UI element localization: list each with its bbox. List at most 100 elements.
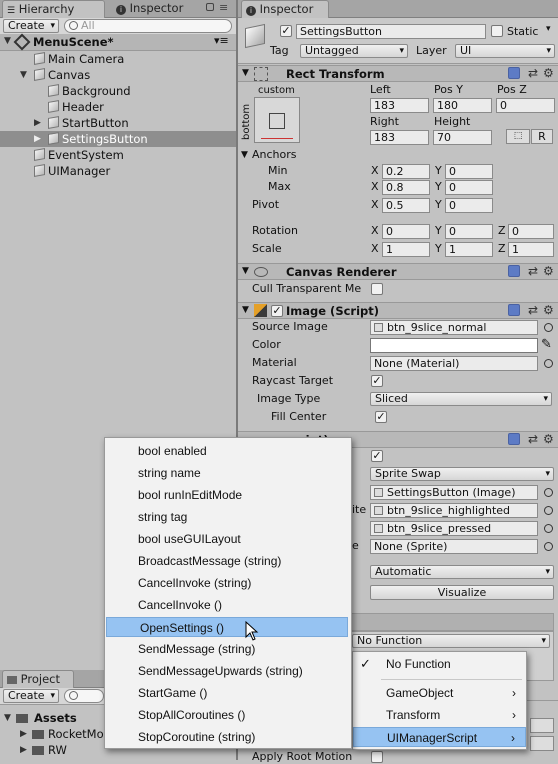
scale-y-field[interactable]: 1 [445,242,493,257]
expand-arrow-icon[interactable]: ▼ [4,710,11,726]
posy-field[interactable]: 180 [433,98,492,113]
interactable-checkbox[interactable]: ✓ [371,450,383,462]
active-checkbox[interactable]: ✓ [280,25,292,37]
scene-row[interactable]: ▼ MenuScene* ▾≡ [0,33,236,51]
menu-item-gameobject[interactable]: GameObject › [353,683,526,703]
animator-field-2[interactable] [530,736,554,751]
tree-item-background[interactable]: Background [0,83,236,99]
anchor-max-x-field[interactable]: 0.8 [382,180,430,195]
expand-arrow-icon[interactable]: ▼ [242,305,249,315]
tree-item-eventsystem[interactable]: EventSystem [0,147,236,163]
material-field[interactable]: None (Material) [370,356,538,371]
collapse-arrow-icon[interactable]: ▶ [34,115,41,131]
object-picker-icon[interactable] [544,488,553,497]
apply-root-motion-checkbox[interactable] [371,751,383,763]
menu-item[interactable]: BroadcastMessage (string) [105,551,351,571]
object-picker-icon[interactable] [544,359,553,368]
menu-item-opensettings[interactable]: OpenSettings () [106,617,348,637]
gear-icon[interactable]: ⚙ [543,432,554,446]
expand-arrow-icon[interactable]: ▼ [4,36,11,46]
create-button[interactable]: Create [3,19,59,33]
pressed-sprite-field[interactable]: btn_9slice_pressed [370,521,538,536]
menu-item[interactable]: bool enabled [105,441,351,461]
gear-icon[interactable]: ⚙ [543,66,554,80]
object-picker-icon[interactable] [544,542,553,551]
menu-item[interactable]: string name [105,463,351,483]
panel-menu-icon[interactable]: ≡ [219,1,228,14]
menu-item[interactable]: CancelInvoke () [105,595,351,615]
object-picker-icon[interactable] [544,506,553,515]
tree-item-uimanager[interactable]: UIManager [0,163,236,179]
tab-hierarchy[interactable]: ☰ Hierarchy [2,0,105,18]
cull-checkbox[interactable] [371,283,383,295]
menu-item-uimanagerscript[interactable]: UIManagerScript › [353,727,526,747]
raycast-checkbox[interactable]: ✓ [371,375,383,387]
menu-item[interactable]: string tag [105,507,351,527]
scale-z-field[interactable]: 1 [508,242,554,257]
static-dropdown-icon[interactable]: ▾ [546,24,551,34]
height-field[interactable]: 70 [433,130,492,145]
preset-icon[interactable]: ⇄ [528,66,538,80]
menu-item[interactable]: bool useGUILayout [105,529,351,549]
anchor-min-x-field[interactable]: 0.2 [382,164,430,179]
layer-dropdown[interactable]: UI [455,44,555,58]
tree-item-header[interactable]: Header [0,99,236,115]
left-field[interactable]: 183 [370,98,429,113]
expand-arrow-icon[interactable]: ▼ [20,67,27,83]
tab-inspector[interactable]: i Inspector [241,0,329,18]
preset-icon[interactable]: ⇄ [528,432,538,446]
image-component-header[interactable]: ▼ ✓ Image (Script) ⇄ ⚙ [238,302,558,319]
scene-menu-icon[interactable]: ▾≡ [214,34,229,47]
rotation-z-field[interactable]: 0 [508,224,554,239]
transition-dropdown[interactable]: Sprite Swap [370,467,554,481]
menu-item-transform[interactable]: Transform › [353,705,526,725]
reference-icon[interactable] [508,67,520,79]
menu-item-no-function[interactable]: ✓ No Function [353,654,526,674]
image-type-dropdown[interactable]: Sliced [370,392,552,406]
tag-dropdown[interactable]: Untagged [300,44,408,58]
menu-item[interactable]: CancelInvoke (string) [105,573,351,593]
project-search-input[interactable] [64,689,104,703]
expand-arrow-icon[interactable]: ▼ [242,266,249,276]
reference-icon[interactable] [508,265,520,277]
gear-icon[interactable]: ⚙ [543,264,554,278]
rotation-y-field[interactable]: 0 [445,224,493,239]
target-graphic-field[interactable]: SettingsButton (Image) [370,485,538,500]
pivot-y-field[interactable]: 0 [445,198,493,213]
anchors-arrow-icon[interactable]: ▼ [241,150,248,160]
blueprint-button[interactable]: ⬚ [506,129,530,144]
collapse-arrow-icon[interactable]: ▶ [20,742,27,758]
rect-transform-header[interactable]: ▼ Rect Transform ⇄ ⚙ [238,65,558,82]
object-picker-icon[interactable] [544,323,553,332]
pivot-x-field[interactable]: 0.5 [382,198,430,213]
menu-item[interactable]: StopCoroutine (string) [105,727,351,747]
menu-item[interactable]: StartGame () [105,683,351,703]
right-field[interactable]: 183 [370,130,429,145]
tree-item-main-camera[interactable]: Main Camera [0,51,236,67]
collapse-arrow-icon[interactable]: ▶ [20,726,27,742]
expand-arrow-icon[interactable]: ▼ [242,68,249,78]
anchor-preset-button[interactable] [254,97,300,143]
menu-item[interactable]: SendMessageUpwards (string) [105,661,351,681]
preset-icon[interactable]: ⇄ [528,303,538,317]
raw-edit-button[interactable]: R [531,129,553,144]
color-field[interactable] [370,338,538,353]
static-checkbox[interactable] [491,25,503,37]
tree-item-settingsbutton[interactable]: ▶ SettingsButton [0,131,236,147]
lock-icon[interactable] [206,3,214,11]
tab-inspector-left[interactable]: i Inspector [112,0,212,18]
object-picker-icon[interactable] [544,524,553,533]
animator-field[interactable] [530,718,554,733]
tab-project[interactable]: Project [2,670,74,688]
eyedropper-icon[interactable]: ✎ [541,337,552,352]
preset-icon[interactable]: ⇄ [528,264,538,278]
image-enabled-checkbox[interactable]: ✓ [271,305,283,317]
project-create-button[interactable]: Create [3,689,59,703]
function-dropdown[interactable]: No Function [352,634,550,648]
menu-item[interactable]: StopAllCoroutines () [105,705,351,725]
fill-center-checkbox[interactable]: ✓ [375,411,387,423]
collapse-arrow-icon[interactable]: ▶ [34,131,41,147]
navigation-dropdown[interactable]: Automatic [370,565,554,579]
menu-item[interactable]: bool runInEditMode [105,485,351,505]
gear-icon[interactable]: ⚙ [543,303,554,317]
